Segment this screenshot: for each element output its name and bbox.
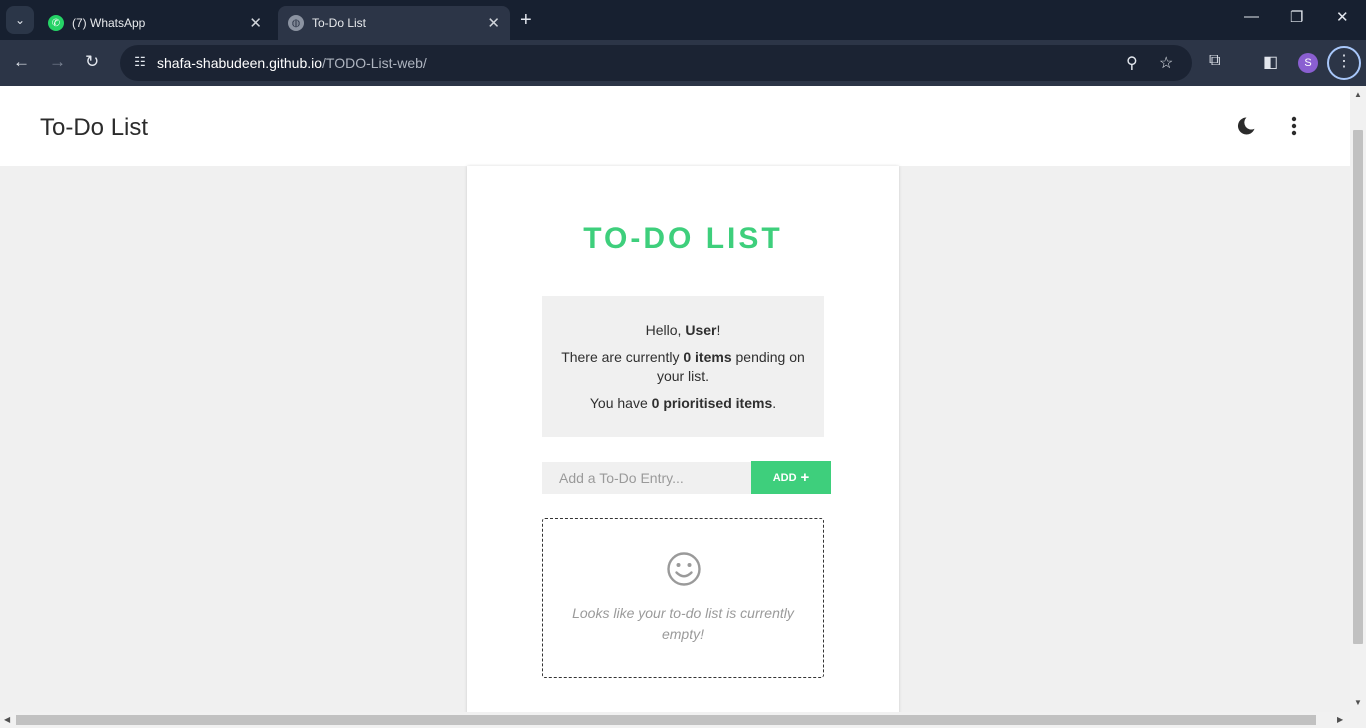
new-tab-button[interactable]: + xyxy=(520,8,532,32)
tab-todo[interactable]: ◍ To-Do List ✕ xyxy=(278,6,510,40)
empty-message: Looks like your to-do list is currently … xyxy=(572,605,794,642)
forward-icon[interactable]: → xyxy=(49,52,66,72)
add-button[interactable]: ADD + xyxy=(751,461,831,494)
scroll-left-icon[interactable]: ◀ xyxy=(4,715,10,724)
globe-icon: ◍ xyxy=(288,15,304,31)
page-title: TO-DO LIST xyxy=(583,222,783,255)
dark-mode-icon[interactable] xyxy=(1234,114,1258,138)
browser-toolbar: ← → ↻ ☷ shafa-shabudeen.github.io/TODO-L… xyxy=(0,40,1366,86)
todo-entry-input[interactable] xyxy=(542,462,751,494)
window-close-icon[interactable]: ✕ xyxy=(1336,8,1349,26)
address-bar[interactable]: ☷ shafa-shabudeen.github.io/TODO-List-we… xyxy=(120,45,1192,81)
more-options-icon[interactable] xyxy=(1282,114,1306,138)
empty-state: Looks like your to-do list is currently … xyxy=(542,518,824,678)
pending-text: There are currently 0 items pending on y… xyxy=(561,349,805,384)
horizontal-scrollbar[interactable]: ◀ ▶ xyxy=(0,712,1366,728)
priority-text: You have 0 prioritised items. xyxy=(589,395,777,411)
url-text: shafa-shabudeen.github.io/TODO-List-web/ xyxy=(157,55,427,71)
greeting-text: Hello, User! xyxy=(645,322,721,338)
summary-panel: Hello, User! There are currently 0 items… xyxy=(542,296,824,437)
smiley-icon xyxy=(667,552,701,586)
star-icon[interactable]: ☆ xyxy=(1159,53,1173,73)
back-icon[interactable]: ← xyxy=(13,52,30,72)
todo-card: TO-DO LIST Hello, User! There are curren… xyxy=(467,166,899,712)
tab-strip: ⌄ ✆ (7) WhatsApp ✕ ◍ To-Do List ✕ + — ❐ … xyxy=(0,0,1366,40)
profile-avatar[interactable]: S xyxy=(1298,53,1318,73)
app-header: To-Do List xyxy=(0,86,1350,166)
page-viewport: To-Do List TO-DO LIST Hello, User! There… xyxy=(0,86,1350,712)
close-icon[interactable]: ✕ xyxy=(249,14,262,32)
whatsapp-icon: ✆ xyxy=(48,15,64,31)
site-settings-icon[interactable]: ☷ xyxy=(130,54,150,72)
app-title: To-Do List xyxy=(40,114,149,141)
reload-icon[interactable]: ↻ xyxy=(85,52,99,72)
chevron-down-icon: ⌄ xyxy=(14,13,26,27)
tab-search-button[interactable]: ⌄ xyxy=(6,6,34,34)
tab-title: To-Do List xyxy=(312,16,367,30)
browser-menu-icon[interactable]: ⋮ xyxy=(1327,46,1361,80)
minimize-icon[interactable]: — xyxy=(1244,8,1259,25)
horizontal-scroll-thumb[interactable] xyxy=(16,715,1316,725)
scroll-down-icon[interactable]: ▼ xyxy=(1354,698,1362,707)
close-icon[interactable]: ✕ xyxy=(487,14,500,32)
tab-title: (7) WhatsApp xyxy=(72,16,146,30)
tab-whatsapp[interactable]: ✆ (7) WhatsApp ✕ xyxy=(38,6,272,40)
scroll-up-icon[interactable]: ▲ xyxy=(1354,90,1362,99)
vertical-scroll-thumb[interactable] xyxy=(1353,130,1363,644)
restore-icon[interactable]: ❐ xyxy=(1290,8,1303,26)
plus-icon: + xyxy=(800,468,810,486)
side-panel-icon[interactable]: ◧ xyxy=(1263,52,1278,72)
zoom-icon[interactable]: ⚲ xyxy=(1126,53,1138,73)
extensions-icon[interactable]: ⧉ xyxy=(1209,52,1220,70)
vertical-scrollbar[interactable]: ▲ ▼ xyxy=(1350,86,1366,712)
scroll-right-icon[interactable]: ▶ xyxy=(1337,715,1343,724)
